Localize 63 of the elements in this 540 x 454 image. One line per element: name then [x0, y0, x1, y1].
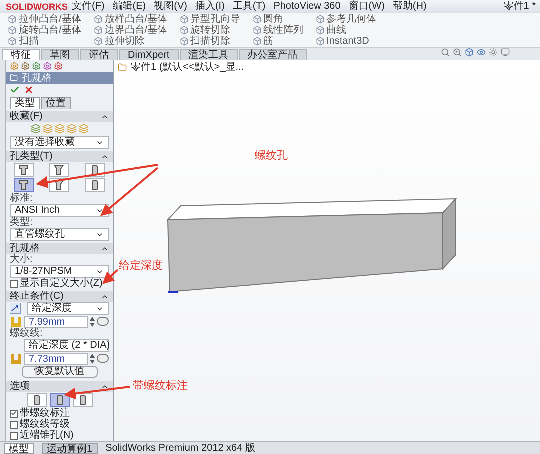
- field-label: 螺纹线:: [9, 328, 44, 339]
- ribbon-button[interactable]: 扫描: [8, 36, 82, 47]
- feature-tab[interactable]: 特征: [2, 49, 40, 60]
- field-label: 类型:: [9, 217, 34, 228]
- menu-item[interactable]: 编辑(E): [112, 1, 146, 12]
- document-title: 零件1 *: [504, 1, 536, 12]
- ribbon-button[interactable]: 参考几何体: [316, 14, 377, 25]
- section-header[interactable]: 孔规格: [6, 243, 113, 254]
- feature-tab[interactable]: 渲染工具: [180, 49, 238, 60]
- ribbon-button[interactable]: 边界凸台/基体: [94, 25, 168, 36]
- restore-defaults-button[interactable]: 恢复默认值: [22, 366, 98, 378]
- app-logo: SOLIDWORKS: [6, 2, 68, 12]
- menu-item[interactable]: 帮助(H): [392, 1, 427, 12]
- ribbon-button[interactable]: 曲线: [316, 25, 377, 36]
- ribbon-button[interactable]: 旋转凸台/基体: [8, 25, 82, 36]
- ribbon-button[interactable]: 筋: [252, 36, 304, 47]
- depth-input[interactable]: 7.99mm: [24, 316, 88, 328]
- checkbox-label: 显示自定义大小(Z): [20, 278, 103, 289]
- status-text: SolidWorks Premium 2012 x64 版: [106, 442, 256, 454]
- menu-item[interactable]: PhotoView 360: [274, 1, 341, 12]
- section-header[interactable]: 终止条件(C): [6, 291, 113, 302]
- ribbon-button[interactable]: Instant3D: [316, 36, 377, 47]
- panel-tab[interactable]: 类型: [10, 97, 40, 109]
- section-header[interactable]: 孔类型(T): [6, 151, 113, 162]
- feature-tab[interactable]: 办公室产品: [238, 49, 307, 60]
- dropdown[interactable]: ANSI Inch: [10, 204, 109, 217]
- checkbox-label: 螺纹线等级: [20, 419, 70, 430]
- annotation-label: 螺纹孔: [255, 150, 288, 162]
- annotation-label: 带螺纹标注: [133, 380, 188, 392]
- panel-title: 孔规格: [22, 72, 52, 84]
- ribbon-button[interactable]: 圆角: [252, 14, 304, 25]
- menu-item[interactable]: 插入(I): [195, 1, 225, 12]
- panel-tab[interactable]: 位置: [41, 97, 71, 109]
- menu-item[interactable]: 视图(V): [154, 1, 188, 12]
- ribbon-button[interactable]: 异型孔向导: [180, 14, 241, 25]
- depth-input[interactable]: 7.73mm: [24, 352, 88, 364]
- section-header[interactable]: 收藏(F): [6, 111, 113, 122]
- dropdown[interactable]: 1/8-27NPSM: [10, 265, 109, 278]
- ribbon-button[interactable]: 拉伸切除: [94, 36, 168, 47]
- section-header[interactable]: 选项: [6, 381, 113, 392]
- menu-item[interactable]: 工具(T): [232, 1, 266, 12]
- field-label: 标准:: [9, 193, 34, 204]
- bottom-tab[interactable]: 运动算例1: [42, 442, 98, 454]
- dropdown[interactable]: 没有选择收藏: [10, 136, 109, 149]
- feature-tab[interactable]: 草图: [41, 49, 79, 60]
- ribbon-button[interactable]: 放样凸台/基体: [94, 14, 168, 25]
- dropdown[interactable]: 直管螺纹孔: [10, 228, 109, 241]
- feature-tab[interactable]: DimXpert: [119, 49, 179, 60]
- ribbon-button[interactable]: 旋转切除: [180, 25, 241, 36]
- ribbon-button[interactable]: 扫描切除: [180, 36, 241, 47]
- dropdown[interactable]: 给定深度: [27, 302, 109, 315]
- ribbon-button[interactable]: 线性阵列: [252, 25, 304, 36]
- field-label: 大小:: [9, 254, 34, 265]
- checkbox-label: 带螺纹标注: [20, 408, 70, 419]
- tree-path: 零件1 (默认<<默认>_显...: [131, 62, 244, 73]
- ribbon-button[interactable]: 拉伸凸台/基体: [8, 14, 82, 25]
- checkbox-label: 近端锥孔(N): [20, 430, 74, 441]
- bottom-tab[interactable]: 模型: [4, 442, 34, 454]
- menu-item[interactable]: 文件(F): [72, 1, 105, 12]
- feature-tab[interactable]: 评估: [80, 49, 118, 60]
- dropdown[interactable]: 给定深度 (2 * DIA): [24, 339, 109, 352]
- menu-item[interactable]: 窗口(W): [348, 1, 385, 12]
- annotation-label: 给定深度: [119, 260, 163, 272]
